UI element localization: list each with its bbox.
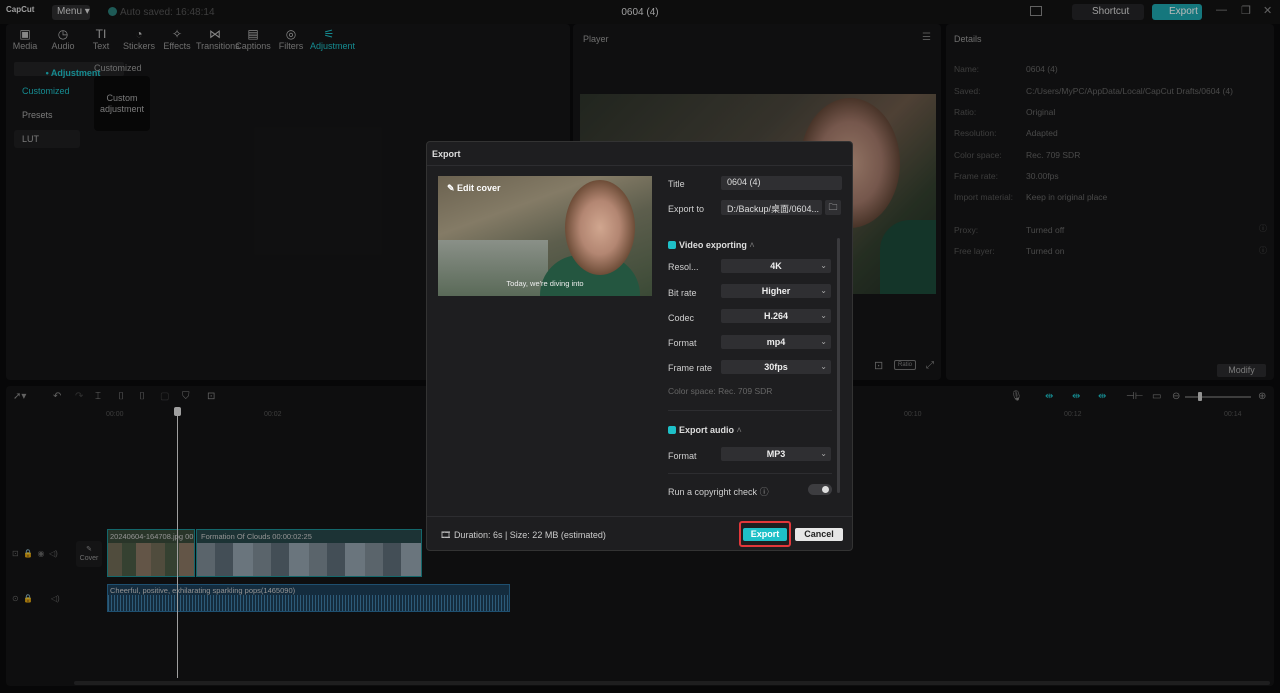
codec-value: H.264 <box>763 311 789 321</box>
chevron-down-icon: ⌄ <box>820 449 827 458</box>
chevron-down-icon: ⌄ <box>820 337 827 346</box>
dialog-title: Export <box>432 149 461 159</box>
audio-format-label: Format <box>668 451 697 461</box>
format-value: mp4 <box>766 337 786 347</box>
edit-cover-label: Edit cover <box>457 183 501 193</box>
video-exporting-label: Video exporting <box>679 240 747 250</box>
settings-scrollbar[interactable] <box>837 238 840 493</box>
chevron-down-icon: ⌄ <box>820 362 827 371</box>
framerate-label: Frame rate <box>668 363 713 373</box>
chevron-up-icon[interactable]: ˄ <box>749 240 754 250</box>
bitrate-select[interactable]: Higher ⌄ <box>721 284 831 298</box>
copyright-label: Run a copyright check <box>668 487 758 497</box>
info-icon[interactable]: ⓘ <box>760 487 769 497</box>
chevron-down-icon: ⌄ <box>820 261 827 270</box>
color-space-info: Color space: Rec. 709 SDR <box>668 386 773 396</box>
divider <box>668 473 832 474</box>
resolution-select[interactable]: 4K ⌄ <box>721 259 831 273</box>
cancel-button[interactable]: Cancel <box>795 528 843 541</box>
bitrate-label: Bit rate <box>668 288 697 298</box>
pencil-icon: ✎ <box>447 183 458 193</box>
cover-subject <box>565 180 635 275</box>
film-icon: 🎞 <box>440 530 454 540</box>
audio-format-select[interactable]: MP3 ⌄ <box>721 447 831 461</box>
chevron-down-icon: ⌄ <box>820 311 827 320</box>
title-label: Title <box>668 179 685 189</box>
duration-size-text: Duration: 6s | Size: 22 MB (estimated) <box>453 530 606 540</box>
folder-icon[interactable]: 🗀 <box>825 200 841 215</box>
codec-label: Codec <box>668 313 695 323</box>
export-to-label: Export to <box>668 204 705 214</box>
export-path-input[interactable]: D:/Backup/桌面/0604... <box>721 200 822 215</box>
cover-subtitle: Today, we're diving into <box>506 279 584 288</box>
title-input[interactable]: 0604 (4) <box>721 176 842 190</box>
divider <box>427 516 852 517</box>
resolution-value: 4K <box>770 261 782 271</box>
codec-select[interactable]: H.264 ⌄ <box>721 309 831 323</box>
export-audio-toggle[interactable]: Export audio ˄ <box>668 425 742 435</box>
chevron-up-icon[interactable]: ˄ <box>737 425 742 435</box>
checkbox-checked-icon[interactable] <box>668 426 676 434</box>
edit-cover-button[interactable]: ✎ Edit cover <box>447 183 501 194</box>
copyright-check-row: Run a copyright check ⓘ <box>668 485 769 498</box>
chevron-down-icon: ⌄ <box>820 286 827 295</box>
export-button[interactable]: Export <box>743 528 787 541</box>
divider <box>668 410 832 411</box>
framerate-select[interactable]: 30fps ⌄ <box>721 360 831 374</box>
divider <box>427 165 852 166</box>
export-estimate: 🎞 Duration: 6s | Size: 22 MB (estimated) <box>440 530 606 541</box>
format-label: Format <box>668 338 697 348</box>
export-audio-label: Export audio <box>679 425 735 435</box>
framerate-value: 30fps <box>764 362 788 372</box>
toggle-knob <box>822 486 829 493</box>
format-select[interactable]: mp4 ⌄ <box>721 335 831 349</box>
audio-format-value: MP3 <box>766 449 786 459</box>
checkbox-checked-icon[interactable] <box>668 241 676 249</box>
video-exporting-toggle[interactable]: Video exporting ˄ <box>668 240 755 250</box>
bitrate-value: Higher <box>761 286 791 296</box>
resolution-label: Resol... <box>668 262 699 272</box>
